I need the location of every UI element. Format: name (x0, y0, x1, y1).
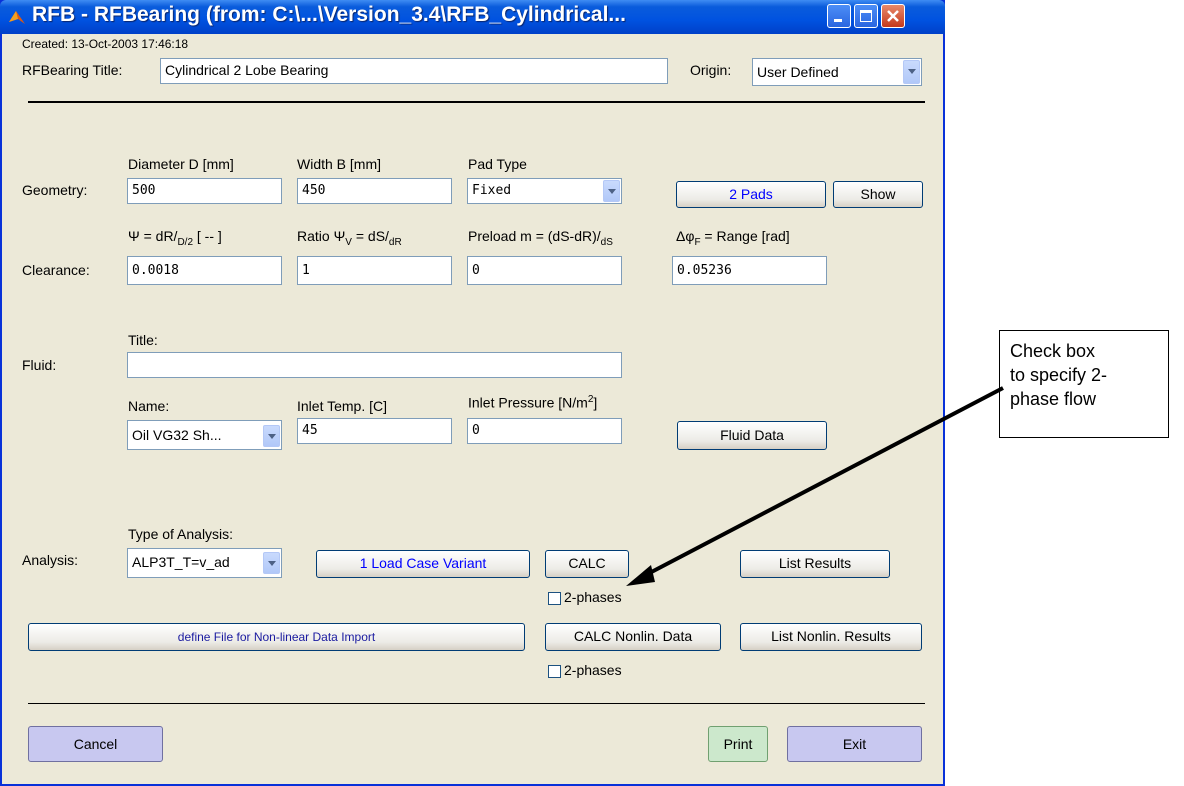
callout-arrow (626, 386, 1004, 586)
